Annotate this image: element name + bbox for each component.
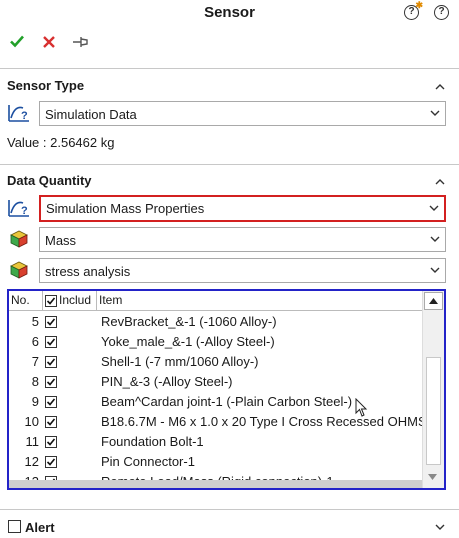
column-header-no[interactable]: No. bbox=[9, 291, 43, 311]
row-item: B18.6.7M - M6 x 1.0 x 20 Type I Cross Re… bbox=[101, 414, 427, 429]
include-checkbox[interactable] bbox=[45, 436, 57, 448]
checkmark-icon bbox=[46, 338, 56, 346]
include-checkbox[interactable] bbox=[45, 336, 57, 348]
collapse-sensor-type-icon[interactable] bbox=[435, 82, 445, 92]
mouse-cursor-icon bbox=[355, 398, 368, 417]
svg-text:?: ? bbox=[21, 110, 28, 122]
study-icon bbox=[10, 261, 28, 279]
sensor-type-value: Simulation Data bbox=[45, 107, 137, 122]
divider bbox=[0, 68, 459, 69]
ok-button[interactable] bbox=[9, 33, 25, 53]
include-checkbox[interactable] bbox=[45, 376, 57, 388]
cancel-button[interactable] bbox=[42, 33, 56, 53]
horizontal-scrollbar[interactable] bbox=[9, 480, 422, 488]
chevron-down-icon bbox=[430, 267, 440, 273]
quantity-value: Simulation Mass Properties bbox=[46, 201, 205, 216]
checkmark-icon bbox=[46, 458, 56, 466]
vertical-scrollbar[interactable] bbox=[422, 291, 444, 488]
divider bbox=[0, 509, 459, 510]
row-item: Yoke_male_&-1 (-Alloy Steel-) bbox=[101, 334, 275, 349]
include-checkbox[interactable] bbox=[45, 316, 57, 328]
row-number: 6 bbox=[31, 334, 39, 349]
row-item: Foundation Bolt-1 bbox=[101, 434, 204, 449]
triangle-down-icon bbox=[428, 474, 437, 480]
divider bbox=[0, 164, 459, 165]
checkmark-icon bbox=[46, 358, 56, 366]
checkmark-icon bbox=[46, 438, 56, 446]
triangle-up-icon bbox=[429, 298, 438, 304]
scroll-down-button[interactable] bbox=[424, 469, 443, 487]
row-number: 7 bbox=[31, 354, 39, 369]
collapse-data-quantity-icon[interactable] bbox=[435, 177, 445, 187]
row-number: 12 bbox=[24, 454, 39, 469]
include-checkbox[interactable] bbox=[45, 396, 57, 408]
panel-header: Sensor ? ✱ ? bbox=[0, 0, 459, 26]
expand-alert-icon[interactable] bbox=[435, 522, 445, 532]
column-header-item[interactable]: Item bbox=[97, 291, 422, 311]
alert-title[interactable]: Alert bbox=[25, 520, 55, 535]
chevron-down-icon bbox=[429, 205, 439, 211]
data-quantity-title: Data Quantity bbox=[7, 173, 92, 188]
quantity-select[interactable]: Simulation Mass Properties bbox=[39, 195, 446, 222]
column-header-include[interactable]: Includ bbox=[43, 291, 97, 311]
row-item: PIN_&-3 (-Alloy Steel-) bbox=[101, 374, 233, 389]
checkmark-icon bbox=[46, 297, 56, 305]
table-row[interactable]: 12 Pin Connector-1 bbox=[9, 452, 422, 472]
row-item: Beam^Cardan joint-1 (-Plain Carbon Steel… bbox=[101, 394, 353, 409]
table-row[interactable]: 5 RevBracket_&-1 (-1060 Alloy-) bbox=[9, 312, 422, 332]
question-spark-icon[interactable]: ? ✱ bbox=[404, 1, 423, 20]
study-select[interactable]: stress analysis bbox=[39, 258, 446, 283]
row-number: 10 bbox=[24, 414, 39, 429]
table-row[interactable]: 8 PIN_&-3 (-Alloy Steel-) bbox=[9, 372, 422, 392]
row-number: 8 bbox=[31, 374, 39, 389]
mass-property-icon bbox=[10, 230, 28, 248]
checkmark-icon bbox=[46, 378, 56, 386]
property-value: Mass bbox=[45, 233, 77, 248]
table-row[interactable]: 7 Shell-1 (-7 mm/1060 Alloy-) bbox=[9, 352, 422, 372]
row-item: Shell-1 (-7 mm/1060 Alloy-) bbox=[101, 354, 259, 369]
table-header: No. Includ Item bbox=[9, 291, 422, 311]
row-number: 9 bbox=[31, 394, 39, 409]
x-icon bbox=[43, 36, 55, 48]
checkmark-icon bbox=[46, 318, 56, 326]
checkmark-icon bbox=[46, 418, 56, 426]
header-include-checkbox[interactable] bbox=[45, 295, 57, 307]
scroll-up-button[interactable] bbox=[424, 292, 443, 310]
checkmark-icon bbox=[10, 35, 24, 48]
column-header-include-label: Includ bbox=[59, 293, 92, 307]
property-select[interactable]: Mass bbox=[39, 227, 446, 252]
pin-button[interactable] bbox=[72, 33, 90, 53]
row-item: RevBracket_&-1 (-1060 Alloy-) bbox=[101, 314, 277, 329]
chevron-down-icon bbox=[430, 110, 440, 116]
components-table: No. Includ Item 5 RevBracket_&-1 (-1060 A… bbox=[7, 289, 446, 490]
sensor-type-icon: ? bbox=[8, 105, 29, 122]
sensor-type-select[interactable]: Simulation Data bbox=[39, 101, 446, 126]
simulation-quantity-icon: ? bbox=[8, 200, 29, 217]
row-number: 5 bbox=[31, 314, 39, 329]
question-icon[interactable]: ? bbox=[434, 5, 449, 20]
checkmark-icon bbox=[46, 398, 56, 406]
study-value: stress analysis bbox=[45, 264, 131, 279]
panel-title: Sensor bbox=[204, 4, 255, 21]
row-item: Pin Connector-1 bbox=[101, 454, 195, 469]
sensor-type-title: Sensor Type bbox=[7, 78, 85, 93]
action-toolbar bbox=[0, 30, 459, 56]
scroll-thumb[interactable] bbox=[426, 357, 441, 465]
svg-text:?: ? bbox=[21, 205, 28, 217]
alert-checkbox[interactable] bbox=[8, 520, 21, 533]
include-checkbox[interactable] bbox=[45, 456, 57, 468]
include-checkbox[interactable] bbox=[45, 416, 57, 428]
table-row[interactable]: 6 Yoke_male_&-1 (-Alloy Steel-) bbox=[9, 332, 422, 352]
include-checkbox[interactable] bbox=[45, 356, 57, 368]
sensor-value-text: Value : 2.56462 kg bbox=[7, 135, 115, 150]
chevron-down-icon bbox=[430, 236, 440, 242]
row-number: 11 bbox=[25, 434, 40, 449]
pushpin-icon bbox=[73, 37, 88, 47]
table-row[interactable]: 11 Foundation Bolt-1 bbox=[9, 432, 422, 452]
